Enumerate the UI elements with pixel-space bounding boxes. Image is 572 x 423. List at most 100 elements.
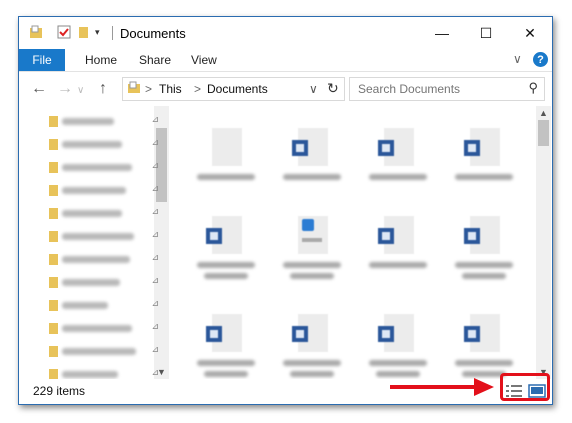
file-item[interactable] bbox=[444, 122, 524, 208]
sidebar-item[interactable]: ⊿ bbox=[49, 181, 159, 199]
folder-icon bbox=[49, 230, 58, 242]
file-item[interactable] bbox=[358, 308, 438, 379]
refresh-icon[interactable]: ↻ bbox=[327, 80, 339, 97]
annotation-highlight-box bbox=[500, 373, 550, 401]
address-dropdown-icon[interactable]: ∨ bbox=[309, 82, 318, 96]
help-icon[interactable]: ? bbox=[533, 52, 548, 67]
sidebar-item[interactable]: ⊿ bbox=[49, 112, 159, 130]
navigation-bar: ← → ∨ ↑ > This > Documents ∨ ↻ ⚲ bbox=[19, 72, 552, 106]
close-button[interactable]: ✕ bbox=[508, 17, 552, 49]
breadcrumb-chevron-icon[interactable]: > bbox=[194, 82, 201, 96]
file-item[interactable] bbox=[186, 122, 266, 208]
word-document-icon bbox=[464, 128, 500, 166]
status-bar: 229 items bbox=[19, 379, 552, 404]
file-item[interactable] bbox=[272, 210, 352, 296]
breadcrumb-chevron-icon[interactable]: > bbox=[145, 82, 152, 96]
file-item[interactable] bbox=[186, 308, 266, 379]
sidebar-item[interactable]: ⊿ bbox=[49, 342, 159, 360]
file-name-label bbox=[283, 262, 341, 268]
file-item[interactable] bbox=[358, 210, 438, 296]
back-arrow-icon[interactable]: ← bbox=[31, 80, 47, 98]
scrollbar-thumb[interactable] bbox=[538, 120, 549, 146]
tab-home[interactable]: Home bbox=[85, 53, 117, 67]
sidebar-item-label bbox=[62, 209, 122, 217]
search-icon[interactable]: ⚲ bbox=[528, 80, 538, 96]
pin-icon[interactable]: ⊿ bbox=[151, 183, 159, 194]
file-item[interactable] bbox=[444, 308, 524, 379]
sidebar-item-label bbox=[62, 186, 126, 194]
pin-icon[interactable]: ⊿ bbox=[151, 321, 159, 332]
pin-icon[interactable]: ⊿ bbox=[151, 275, 159, 286]
customize-toolbar-chevron-icon[interactable]: ▾ bbox=[95, 27, 109, 41]
tab-view[interactable]: View bbox=[191, 53, 217, 67]
pin-icon[interactable]: ⊿ bbox=[151, 344, 159, 355]
file-view-scrollbar[interactable]: ▲ ▼ bbox=[536, 106, 551, 379]
title-separator bbox=[112, 26, 113, 40]
pin-icon[interactable]: ⊿ bbox=[151, 206, 159, 217]
file-tab[interactable]: File bbox=[19, 49, 65, 71]
properties-check-icon[interactable] bbox=[57, 25, 71, 39]
file-item[interactable] bbox=[444, 210, 524, 296]
file-item[interactable] bbox=[186, 210, 266, 296]
folder-icon bbox=[49, 322, 58, 334]
sidebar-item-label bbox=[62, 255, 130, 263]
new-folder-icon[interactable] bbox=[77, 25, 91, 39]
sidebar-item-label bbox=[62, 301, 108, 309]
pin-icon[interactable]: ⊿ bbox=[151, 298, 159, 309]
sidebar-item[interactable]: ⊿ bbox=[49, 296, 159, 314]
file-name-label bbox=[290, 371, 334, 377]
pin-icon[interactable]: ⊿ bbox=[151, 252, 159, 263]
forward-arrow-icon[interactable]: → bbox=[57, 80, 73, 98]
folder-icon bbox=[49, 115, 58, 127]
folder-properties-icon[interactable] bbox=[29, 25, 43, 39]
file-explorer-window: ▾ Documents — ☐ ✕ File Home Share View ∨… bbox=[18, 16, 553, 405]
pin-icon[interactable]: ⊿ bbox=[151, 367, 159, 378]
file-name-label bbox=[369, 360, 427, 366]
sidebar-item[interactable]: ⊿ bbox=[49, 250, 159, 268]
file-item[interactable] bbox=[272, 122, 352, 208]
file-name-label bbox=[455, 262, 513, 268]
sidebar-item[interactable]: ⊿ bbox=[49, 273, 159, 291]
pin-icon[interactable]: ⊿ bbox=[151, 229, 159, 240]
minimize-button[interactable]: — bbox=[420, 17, 464, 49]
file-name-label bbox=[376, 371, 420, 377]
navigation-pane: ▼ ⊿ ⊿ ⊿ ⊿ ⊿ ⊿ ⊿ ⊿ ⊿ ⊿ ⊿ ⊿ bbox=[19, 106, 174, 380]
word-document-icon bbox=[292, 314, 328, 352]
maximize-button[interactable]: ☐ bbox=[464, 17, 508, 49]
sidebar-item[interactable]: ⊿ bbox=[49, 135, 159, 153]
pin-icon[interactable]: ⊿ bbox=[151, 114, 159, 125]
pin-icon[interactable]: ⊿ bbox=[151, 137, 159, 148]
folder-icon bbox=[49, 184, 58, 196]
breadcrumb-this-pc[interactable]: This bbox=[159, 82, 182, 96]
pin-icon[interactable]: ⊿ bbox=[151, 160, 159, 171]
folder-icon bbox=[49, 299, 58, 311]
word-document-icon bbox=[378, 128, 414, 166]
word-document-icon bbox=[464, 314, 500, 352]
breadcrumb-documents[interactable]: Documents bbox=[207, 82, 268, 96]
sidebar-item-label bbox=[62, 232, 134, 240]
sidebar-item[interactable]: ⊿ bbox=[49, 158, 159, 176]
file-name-label bbox=[197, 360, 255, 366]
expand-ribbon-chevron-icon[interactable]: ∨ bbox=[513, 52, 522, 66]
recent-locations-chevron-icon[interactable]: ∨ bbox=[77, 85, 84, 96]
sidebar-item[interactable]: ⊿ bbox=[49, 319, 159, 337]
annotation-arrowhead bbox=[474, 378, 494, 396]
sidebar-item-label bbox=[62, 163, 132, 171]
word-document-icon bbox=[464, 216, 500, 254]
up-arrow-icon[interactable]: ↑ bbox=[99, 80, 107, 98]
file-name-label bbox=[369, 174, 427, 180]
search-input[interactable] bbox=[356, 81, 520, 97]
tab-share[interactable]: Share bbox=[139, 53, 171, 67]
sidebar-item[interactable]: ⊿ bbox=[49, 227, 159, 245]
file-name-label bbox=[204, 371, 248, 377]
sidebar-item[interactable]: ⊿ bbox=[49, 204, 159, 222]
sidebar-item-label bbox=[62, 278, 120, 286]
file-item[interactable] bbox=[358, 122, 438, 208]
scroll-up-arrow-icon[interactable]: ▲ bbox=[539, 108, 548, 118]
address-bar[interactable]: > This > Documents ∨ ↻ bbox=[122, 77, 345, 101]
file-item[interactable] bbox=[272, 308, 352, 379]
search-box[interactable]: ⚲ bbox=[349, 77, 545, 101]
word-document-icon bbox=[292, 128, 328, 166]
file-name-label bbox=[197, 174, 255, 180]
location-folder-icon bbox=[127, 81, 141, 98]
